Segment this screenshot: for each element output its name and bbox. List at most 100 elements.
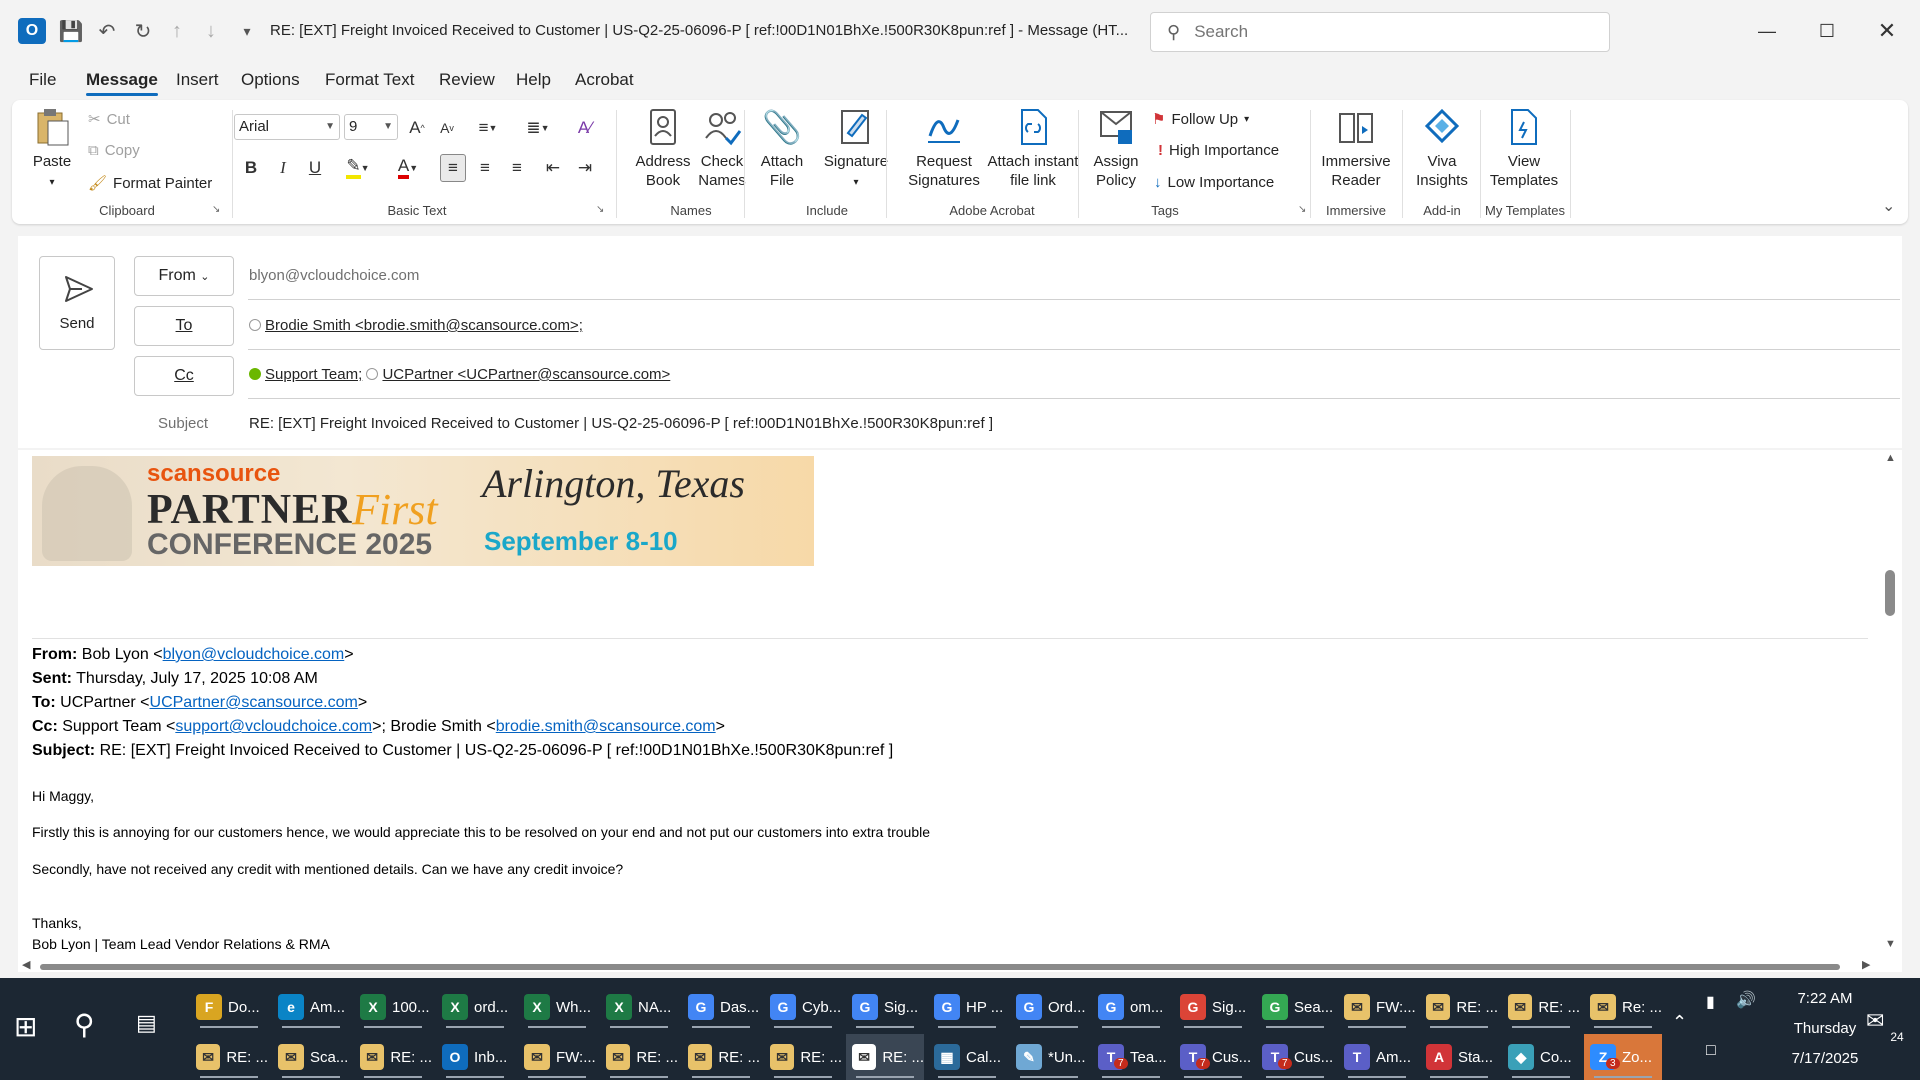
taskbar-app-button[interactable]: G Sig... [846, 984, 924, 1030]
search-box[interactable]: ⚲ [1150, 12, 1610, 52]
scroll-thumb[interactable] [1885, 570, 1895, 616]
tab-help[interactable]: Help [516, 70, 551, 90]
tab-review[interactable]: Review [439, 70, 495, 90]
email-link[interactable]: UCPartner@scansource.com [150, 694, 358, 711]
taskbar-app-button[interactable]: ✉ RE: ... [846, 1034, 924, 1080]
down-arrow-icon[interactable]: ↓ [198, 18, 224, 44]
to-recipient[interactable]: Brodie Smith <brodie.smith@scansource.co… [265, 317, 583, 334]
search-input[interactable] [1194, 22, 1575, 42]
grow-font-icon[interactable]: A ^ [404, 114, 430, 142]
to-button[interactable]: To [134, 306, 234, 346]
scroll-right-icon[interactable]: ▶ [1862, 958, 1870, 971]
taskbar-app-button[interactable]: ✉ RE: ... [600, 1034, 678, 1080]
clock-date[interactable]: 7/17/2025 [1770, 1050, 1880, 1067]
tab-message[interactable]: Message [86, 70, 158, 96]
underline-icon[interactable]: U [302, 154, 328, 182]
format-painter-button[interactable]: 🖌 Format Painter [88, 174, 212, 193]
taskbar-app-button[interactable]: ✉ Sca... [272, 1034, 350, 1080]
redo-icon[interactable]: ↻ [130, 18, 156, 44]
font-launcher-icon[interactable]: ↘ [596, 204, 604, 215]
taskbar-app-button[interactable]: ✎ *Un... [1010, 1034, 1088, 1080]
taskbar-app-button[interactable]: G Ord... [1010, 984, 1088, 1030]
copy-button[interactable]: ⧉ Copy [88, 142, 140, 159]
vertical-scrollbar[interactable]: ▲ ▼ [1880, 450, 1902, 960]
bold-icon[interactable]: B [238, 154, 264, 182]
cc-field[interactable]: Support Team; UCPartner <UCPartner@scans… [249, 366, 670, 383]
taskbar-app-button[interactable]: G Das... [682, 984, 760, 1030]
taskbar-app-button[interactable]: ✉ FW:... [518, 1034, 596, 1080]
scroll-thumb[interactable] [40, 964, 1840, 970]
maximize-button[interactable]: ☐ [1804, 14, 1850, 48]
cc-recipient-ucpartner[interactable]: UCPartner <UCPartner@scansource.com> [382, 366, 670, 383]
scroll-down-icon[interactable]: ▼ [1885, 938, 1896, 950]
taskbar-app-button[interactable]: T Cus... 7 [1256, 1034, 1334, 1080]
save-icon[interactable]: 💾 [58, 18, 84, 44]
viva-insights-button[interactable]: Viva Insights [1410, 106, 1474, 190]
minimize-button[interactable]: — [1744, 14, 1790, 48]
show-hidden-icons-icon[interactable]: ⌃ [1672, 1012, 1687, 1033]
up-arrow-icon[interactable]: ↑ [164, 18, 190, 44]
taskbar-app-button[interactable]: G Sea... [1256, 984, 1334, 1030]
taskbar-app-button[interactable]: ✉ RE: ... [764, 1034, 842, 1080]
clear-formatting-icon[interactable]: A⁄ [572, 114, 598, 142]
taskbar-app-button[interactable]: ✉ RE: ... [354, 1034, 432, 1080]
network-icon[interactable]: □ [1706, 1042, 1716, 1060]
highlight-color-icon[interactable]: ✎ ▼ [338, 154, 378, 182]
taskbar-app-button[interactable]: X 100... [354, 984, 432, 1030]
battery-icon[interactable]: ▮ [1706, 992, 1715, 1012]
taskbar-app-button[interactable]: G Cyb... [764, 984, 842, 1030]
from-button[interactable]: From ⌄ [134, 256, 234, 296]
tab-format-text[interactable]: Format Text [325, 70, 414, 90]
taskbar-app-button[interactable]: ✉ FW:... [1338, 984, 1416, 1030]
tags-launcher-icon[interactable]: ↘ [1298, 204, 1306, 215]
close-button[interactable]: ✕ [1864, 14, 1910, 48]
taskbar-app-button[interactable]: T Am... [1338, 1034, 1416, 1080]
taskbar-app-button[interactable]: ✉ RE: ... [1420, 984, 1498, 1030]
to-field[interactable]: Brodie Smith <brodie.smith@scansource.co… [249, 317, 583, 334]
tab-file[interactable]: File [29, 70, 56, 90]
taskbar-app-button[interactable]: ✉ Re: ... [1584, 984, 1662, 1030]
taskbar-app-button[interactable]: T Tea... 7 [1092, 1034, 1170, 1080]
follow-up-button[interactable]: ⚑ Follow Up ▾ [1152, 110, 1249, 129]
volume-icon[interactable]: 🔊 [1736, 990, 1756, 1010]
email-link[interactable]: brodie.smith@scansource.com [496, 718, 716, 735]
cut-button[interactable]: ✂ Cut [88, 110, 130, 129]
taskbar-app-button[interactable]: G Sig... [1174, 984, 1252, 1030]
taskbar-app-button[interactable]: A Sta... [1420, 1034, 1498, 1080]
taskbar-app-button[interactable]: ◆ Co... [1502, 1034, 1580, 1080]
numbering-icon[interactable]: ≣ ▼ [518, 114, 558, 142]
task-view-icon[interactable]: ▤ [136, 1010, 157, 1036]
shrink-font-icon[interactable]: Av [434, 114, 460, 142]
notifications-icon[interactable]: ✉ [1866, 1008, 1884, 1034]
tab-insert[interactable]: Insert [176, 70, 219, 90]
taskbar-app-button[interactable]: O Inb... [436, 1034, 514, 1080]
align-right-icon[interactable]: ≡ [504, 154, 530, 182]
message-body[interactable]: scansource PARTNER First CONFERENCE 2025… [18, 450, 1902, 972]
taskbar-app-button[interactable]: ✉ RE: ... [682, 1034, 760, 1080]
attach-file-button[interactable]: 📎 Attach File [752, 106, 812, 190]
decrease-indent-icon[interactable]: ⇤ [540, 154, 566, 182]
collapse-ribbon-icon[interactable]: ⌄ [1882, 196, 1895, 216]
tab-acrobat[interactable]: Acrobat [575, 70, 634, 90]
email-link[interactable]: blyon@vcloudchoice.com [163, 646, 345, 663]
undo-icon[interactable]: ↶ [94, 18, 120, 44]
immersive-reader-button[interactable]: Immersive Reader [1318, 106, 1394, 190]
taskbar-app-button[interactable]: T Cus... 7 [1174, 1034, 1252, 1080]
customize-toolbar-icon[interactable]: ▾ [234, 18, 260, 44]
windows-start-icon[interactable]: ⊞ [14, 1010, 37, 1043]
font-size-select[interactable]: 9 ▼ [344, 114, 398, 140]
from-value[interactable]: blyon@vcloudchoice.com [249, 267, 419, 284]
cc-recipient-support[interactable]: Support Team; [265, 366, 362, 383]
subject-input[interactable]: RE: [EXT] Freight Invoiced Received to C… [249, 415, 993, 432]
taskbar-app-button[interactable]: F Do... [190, 984, 268, 1030]
taskbar-app-button[interactable]: X NA... [600, 984, 678, 1030]
scroll-up-icon[interactable]: ▲ [1885, 452, 1896, 464]
horizontal-scrollbar[interactable]: ◀ ▶ [18, 958, 1882, 976]
taskbar-app-button[interactable]: ▦ Cal... [928, 1034, 1006, 1080]
bullets-icon[interactable]: ≡ ▼ [468, 114, 508, 142]
taskbar-app-button[interactable]: Xord... [436, 984, 514, 1030]
taskbar-app-button[interactable]: Z Zo... 3 [1584, 1034, 1662, 1080]
clock-time[interactable]: 7:22 AM [1770, 990, 1880, 1007]
assign-policy-button[interactable]: Assign Policy [1084, 106, 1148, 190]
increase-indent-icon[interactable]: ⇥ [572, 154, 598, 182]
